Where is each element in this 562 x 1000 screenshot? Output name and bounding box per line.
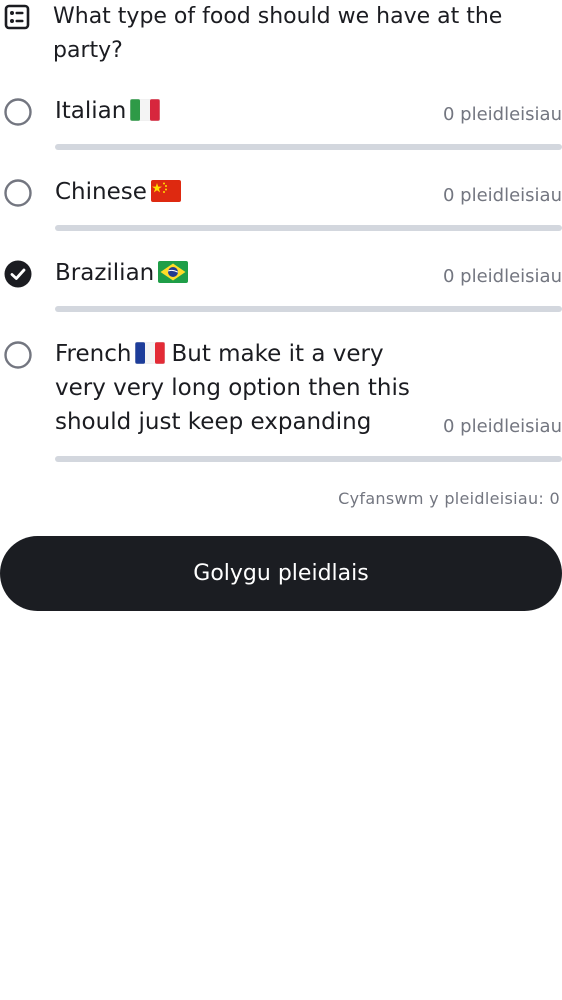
poll-option-french[interactable]: French But make it a very very very long…	[0, 337, 562, 467]
option-label: Italian	[55, 94, 455, 128]
poll-icon	[4, 4, 30, 30]
radio-unchecked-icon[interactable]	[4, 341, 32, 369]
option-label: Chinese	[55, 175, 455, 209]
vote-count: 0 pleidleisiau	[443, 416, 562, 437]
option-text: Brazilian	[55, 260, 155, 286]
poll-question: What type of food should we have at the …	[53, 4, 503, 63]
vote-progress-bar	[55, 456, 562, 462]
radio-unchecked-icon[interactable]	[4, 179, 32, 207]
option-text: French	[55, 341, 132, 367]
italy-flag-icon	[130, 99, 161, 121]
vote-count: 0 pleidleisiau	[443, 266, 562, 287]
poll-option-italian[interactable]: Italian 0 pleidleisiau	[0, 94, 562, 154]
france-flag-icon	[135, 342, 166, 364]
option-text: Italian	[55, 98, 127, 124]
radio-checked-icon[interactable]	[4, 260, 32, 288]
option-label: Brazilian	[55, 256, 455, 290]
option-label: French But make it a very very very long…	[55, 337, 440, 439]
poll-option-brazilian[interactable]: Brazilian 0 pleidleisiau	[0, 256, 562, 316]
brazil-flag-icon	[158, 261, 189, 283]
edit-vote-button[interactable]: Golygu pleidlais	[0, 536, 562, 611]
china-flag-icon	[150, 180, 181, 202]
poll-option-chinese[interactable]: Chinese 0 pleidleisiau	[0, 175, 562, 235]
vote-progress-bar	[55, 144, 562, 150]
vote-progress-bar	[55, 225, 562, 231]
vote-count: 0 pleidleisiau	[443, 185, 562, 206]
vote-progress-bar	[55, 306, 562, 312]
radio-unchecked-icon[interactable]	[4, 98, 32, 126]
vote-count: 0 pleidleisiau	[443, 104, 562, 125]
poll-header: What type of food should we have at the …	[0, 0, 562, 72]
poll: What type of food should we have at the …	[0, 0, 562, 1000]
total-votes: Cyfanswm y pleidleisiau: 0	[338, 489, 560, 508]
option-text: Chinese	[55, 179, 147, 205]
